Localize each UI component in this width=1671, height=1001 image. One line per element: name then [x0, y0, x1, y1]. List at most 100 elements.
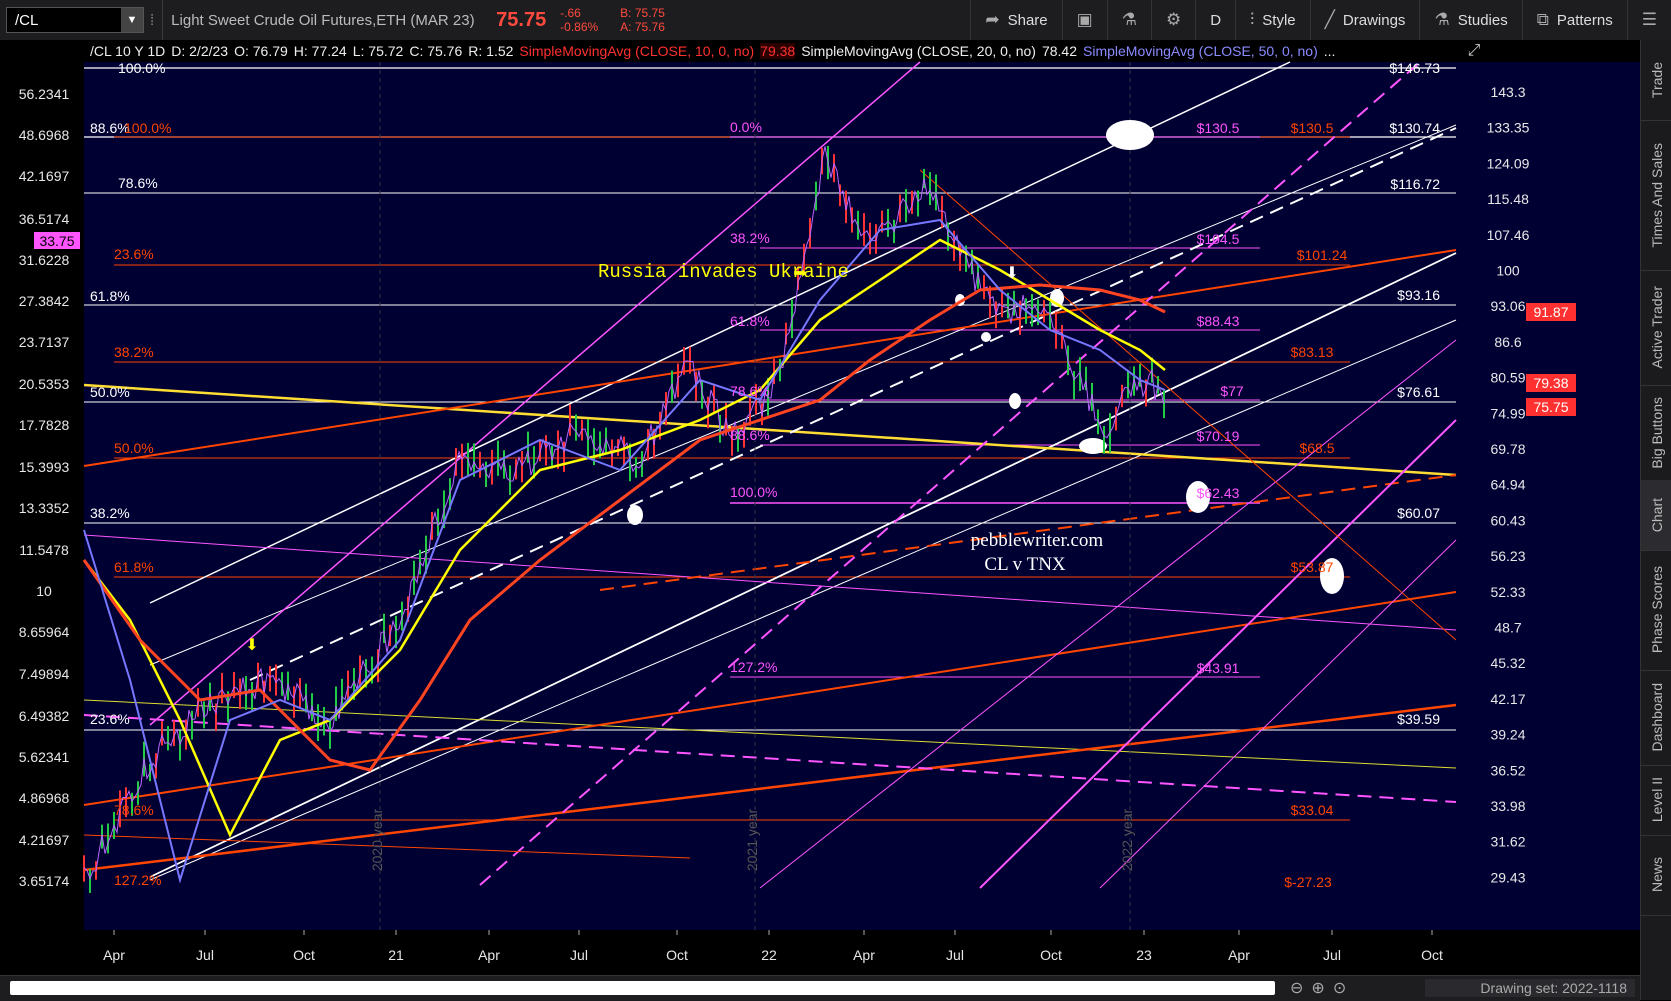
target-label: $93.16 — [1397, 287, 1440, 303]
year-label: 2021 year — [744, 809, 760, 872]
right-axis-tick: 39.24 — [1490, 727, 1525, 743]
patterns-label: Patterns — [1556, 11, 1613, 29]
style-button[interactable]: ⫶ Style — [1235, 0, 1310, 40]
sidebar-tab-news[interactable]: News — [1641, 835, 1671, 916]
right-axis-bg — [1526, 62, 1640, 930]
left-axis-tick: 13.3352 — [19, 500, 70, 516]
chevron-down-icon[interactable]: ▼ — [121, 8, 143, 32]
x-axis-label: Jul — [1323, 947, 1341, 963]
symbol-selector[interactable]: /CL ▼ — [6, 7, 144, 33]
right-axis-tick: 133.35 — [1487, 120, 1530, 136]
x-axis-label: Oct — [1421, 947, 1443, 963]
right-axis-tick: 60.43 — [1490, 512, 1525, 528]
fib-label: 61.8% — [114, 559, 154, 575]
target-label: $-27.23 — [1284, 874, 1332, 890]
ask: A: 75.76 — [620, 20, 665, 34]
sidebar-tab-trade[interactable]: Trade — [1641, 40, 1671, 121]
drawing-set-selector[interactable]: Drawing set: 2022-1118 — [1425, 979, 1635, 997]
target-label: $116.72 — [1390, 176, 1440, 192]
target-label: $83.13 — [1291, 344, 1334, 360]
studies-button[interactable]: ⚗ Studies — [1419, 0, 1521, 40]
year-label: 2020 year — [369, 809, 385, 872]
list-icon: ☰ — [1641, 10, 1657, 29]
fib-label: 88.6% — [730, 427, 770, 443]
zoom-controls: ⊖ ⊕ ⊙ — [1290, 978, 1346, 998]
fib-label: 38.2% — [730, 230, 770, 246]
target-label: $146.73 — [1389, 60, 1440, 76]
sidebar-tab-phase-scores[interactable]: Phase Scores — [1641, 550, 1671, 671]
sidebar-tab-level-ii[interactable]: Level II — [1641, 765, 1671, 836]
pct-change: -0.86% — [560, 20, 599, 34]
symbol-text: /CL — [15, 11, 39, 29]
fib-label: 100.0% — [730, 484, 777, 500]
fib-label: 38.2% — [90, 505, 130, 521]
chart-svg[interactable]: 143.3 133.35 124.09 115.48 107.46 100 93.06 86.… — [0, 40, 1640, 975]
flask-button[interactable]: ⚗ — [1106, 0, 1151, 40]
left-axis-tick: 56.2341 — [19, 86, 70, 102]
annotation-russia: Russia invades Ukraine — [598, 261, 849, 283]
study-sma50[interactable]: SimpleMovingAvg (CLOSE, 50, 0, no) — [1083, 43, 1318, 59]
right-axis-tick: 143.3 — [1490, 84, 1525, 100]
study-sma20[interactable]: SimpleMovingAvg (CLOSE, 20, 0, no) — [801, 43, 1036, 59]
period-button[interactable]: D — [1195, 0, 1235, 40]
target-label: $77 — [1220, 383, 1244, 399]
x-axis-label: Oct — [1040, 947, 1062, 963]
left-axis-tick: 7.49894 — [19, 666, 70, 682]
flask-icon: ⚗ — [1121, 10, 1137, 29]
left-axis-tick: 3.65174 — [19, 873, 70, 889]
target-label: $130.74 — [1389, 120, 1440, 136]
menu-button[interactable]: ☰ — [1626, 0, 1671, 40]
zoom-out-icon[interactable]: ⊖ — [1290, 978, 1303, 998]
study-sma10[interactable]: SimpleMovingAvg (CLOSE, 10, 0, no) — [519, 43, 754, 59]
sidebar-tab-times-and-sales[interactable]: Times And Sales — [1641, 120, 1671, 271]
right-axis-tick: 45.32 — [1490, 655, 1525, 671]
net-change: -.66 — [560, 6, 581, 20]
price-tag: 75.75 — [1533, 399, 1568, 415]
study-low: L: 75.72 — [352, 43, 404, 59]
fib-label: 50.0% — [114, 440, 154, 456]
right-axis-tick: 52.33 — [1490, 584, 1525, 600]
studies-label: Studies — [1457, 11, 1508, 29]
left-axis-tick: 11.5478 — [19, 542, 69, 558]
zoom-fit-icon[interactable]: ⊙ — [1333, 978, 1346, 998]
target-label: $88.43 — [1197, 313, 1240, 329]
left-axis-tick: 17.7828 — [19, 417, 70, 433]
left-axis-tick: 27.3842 — [19, 293, 70, 309]
right-axis-tick: 48.7 — [1494, 620, 1521, 636]
target-label: $33.04 — [1291, 802, 1334, 818]
target-label: $60.07 — [1397, 505, 1440, 521]
left-axis-tick: 48.6968 — [19, 127, 70, 143]
snapshot-button[interactable]: ▣ — [1061, 0, 1107, 40]
fib-label: 38.2% — [114, 344, 154, 360]
sidebar-tab-dashboard[interactable]: Dashboard — [1641, 670, 1671, 766]
chart-area[interactable]: 143.3 133.35 124.09 115.48 107.46 100 93.06 86.… — [0, 40, 1640, 975]
sidebar-tab-active-trader[interactable]: Active Trader — [1641, 270, 1671, 386]
target-label: $62.43 — [1197, 485, 1240, 501]
link-icon[interactable]: ⁞ — [150, 12, 154, 29]
right-axis-tick: 29.43 — [1490, 869, 1525, 885]
target-label: $101.24 — [1297, 247, 1348, 263]
x-axis-label: Jul — [570, 947, 588, 963]
instrument-title: Light Sweet Crude Oil Futures,ETH (MAR 2… — [171, 11, 475, 29]
drawings-label: Drawings — [1342, 11, 1406, 29]
study-more[interactable]: ... — [1324, 43, 1336, 59]
share-button[interactable]: ➦ Share — [970, 0, 1061, 40]
sidebar-tab-label: Chart — [1648, 497, 1665, 533]
sidebar-tab-chart[interactable]: Chart — [1641, 480, 1671, 551]
right-axis-tick: 56.23 — [1490, 548, 1525, 564]
sidebar-tab-big-buttons[interactable]: Big Buttons — [1641, 385, 1671, 481]
x-axis-label: Oct — [293, 947, 315, 963]
study-open: O: 76.79 — [234, 43, 288, 59]
left-axis-tick: 10 — [36, 583, 52, 599]
time-scrollbar[interactable] — [10, 981, 1275, 995]
settings-button[interactable]: ⚙ — [1150, 0, 1195, 40]
patterns-button[interactable]: ⧉ Patterns — [1521, 0, 1627, 40]
zoom-in-icon[interactable]: ⊕ — [1311, 978, 1324, 998]
marker-ellipse — [1009, 393, 1021, 409]
target-label: $68.5 — [1299, 440, 1334, 456]
study-symbol: /CL 10 Y 1D — [90, 43, 166, 59]
drawings-button[interactable]: ╱ Drawings — [1309, 0, 1420, 40]
sidebar-tab-label: Trade — [1648, 61, 1665, 99]
fib-label: 127.2% — [730, 659, 777, 675]
target-label: $76.61 — [1397, 384, 1440, 400]
